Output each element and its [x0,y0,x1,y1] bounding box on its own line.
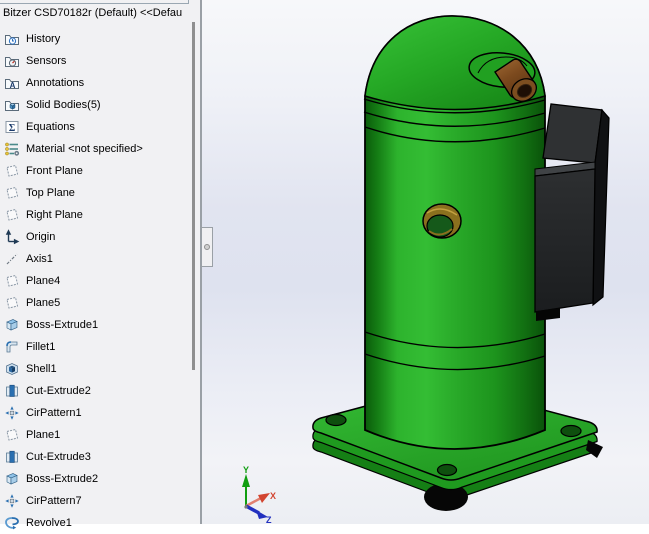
cut-extrude-icon [4,449,20,465]
tree-item-revolve1[interactable]: Revolve1 [0,512,190,534]
triad-x-label: X [270,491,276,501]
tree-item-label: Equations [26,121,75,133]
tree-item-material-not-specified[interactable]: Material <not specified> [0,138,190,160]
tree-item-cut-extrude2[interactable]: Cut-Extrude2 [0,380,190,402]
tree-item-cirpattern1[interactable]: CirPattern1 [0,402,190,424]
terminal-box-front [534,168,596,313]
tree-item-label: History [26,33,61,45]
revolve-icon [4,515,20,531]
panel-top-border-stub [188,0,189,3]
triad-z-label: Z [266,515,272,524]
fillet-icon [4,339,20,355]
plane-icon [4,427,20,443]
tree-item-label: Cut-Extrude3 [26,451,91,463]
terminal-box[interactable] [534,103,610,321]
feature-manager-panel: Bitzer CSD70182r (Default) <<Defau Histo… [0,0,202,530]
material-icon [4,141,20,157]
triad-origin-dot [244,505,248,509]
feature-tree-list: History Sensors A Annotations Solid Bodi… [0,28,190,534]
tree-item-axis1[interactable]: Axis1 [0,248,190,270]
tree-scrollbar-thumb[interactable] [192,22,195,370]
plane-icon [4,207,20,223]
triad-x-axis [245,496,262,508]
tree-item-label: Boss-Extrude2 [26,473,99,485]
panel-top-border [0,3,189,4]
origin-icon [4,229,20,245]
plane-icon [4,185,20,201]
tree-item-label: Solid Bodies(5) [26,99,101,111]
bolt-hole-front [436,463,458,477]
tree-item-front-plane[interactable]: Front Plane [0,160,190,182]
tree-item-label: Axis1 [26,253,53,265]
tree-item-fillet1[interactable]: Fillet1 [0,336,190,358]
feature-tree-root-item[interactable]: Bitzer CSD70182r (Default) <<Defau [3,7,188,22]
tree-item-cirpattern7[interactable]: CirPattern7 [0,490,190,512]
bolt-hole-left [325,413,347,427]
svg-text:A: A [10,81,16,90]
svg-text:Σ: Σ [9,123,16,134]
tree-item-label: Right Plane [26,209,83,221]
cirpattern-icon [4,493,20,509]
tree-item-label: Boss-Extrude1 [26,319,99,331]
tree-item-label: Sensors [26,55,67,67]
tree-item-origin[interactable]: Origin [0,226,190,248]
tree-item-solid-bodies-5[interactable]: Solid Bodies(5) [0,94,190,116]
splitter-grip-icon [204,244,210,250]
tree-item-label: Origin [26,231,56,243]
tree-item-label: Front Plane [26,165,83,177]
tree-item-label: CirPattern1 [26,407,82,419]
tree-item-plane5[interactable]: Plane5 [0,292,190,314]
plane-icon [4,295,20,311]
sensors-folder-icon [4,53,20,69]
tree-item-label: Cut-Extrude2 [26,385,91,397]
tree-item-label: Plane4 [26,275,61,287]
tree-item-annotations[interactable]: A Annotations [0,72,190,94]
tree-item-shell1[interactable]: Shell1 [0,358,190,380]
tree-item-sensors[interactable]: Sensors [0,50,190,72]
tree-item-label: Annotations [26,77,85,89]
tree-item-top-plane[interactable]: Top Plane [0,182,190,204]
tree-item-equations[interactable]: Σ Equations [0,116,190,138]
terminal-box-top [542,103,603,164]
tree-item-cut-extrude3[interactable]: Cut-Extrude3 [0,446,190,468]
annotations-folder-icon: A [4,75,20,91]
bolt-hole-right [560,424,582,438]
boss-extrude-icon [4,317,20,333]
triad-x-arrowhead [258,493,270,503]
tree-item-right-plane[interactable]: Right Plane [0,204,190,226]
plane-icon [4,163,20,179]
equations-icon: Σ [4,119,20,135]
tree-item-label: Top Plane [26,187,75,199]
history-folder-icon [4,31,20,47]
tree-item-plane1[interactable]: Plane1 [0,424,190,446]
tree-item-plane4[interactable]: Plane4 [0,270,190,292]
suction-port[interactable] [422,203,462,239]
cirpattern-icon [4,405,20,421]
axis-icon [4,251,20,267]
tree-item-boss-extrude1[interactable]: Boss-Extrude1 [0,314,190,336]
orientation-triad: Y X Z [242,465,276,524]
tree-item-label: Plane5 [26,297,61,309]
triad-y-label: Y [243,465,249,475]
tree-item-boss-extrude2[interactable]: Boss-Extrude2 [0,468,190,490]
triad-y-arrowhead [242,474,250,487]
tree-item-label: Plane1 [26,429,61,441]
tree-item-label: CirPattern7 [26,495,82,507]
solid-bodies-folder-icon [4,97,20,113]
tree-item-history[interactable]: History [0,28,190,50]
tree-item-label: Material <not specified> [26,143,143,155]
plane-icon [4,273,20,289]
tree-item-label: Revolve1 [26,517,72,529]
tree-item-label: Shell1 [26,363,57,375]
shell-icon [4,361,20,377]
boss-extrude-icon [4,471,20,487]
panel-splitter-handle[interactable] [202,227,213,267]
tree-item-label: Fillet1 [26,341,56,353]
cut-extrude-icon [4,383,20,399]
